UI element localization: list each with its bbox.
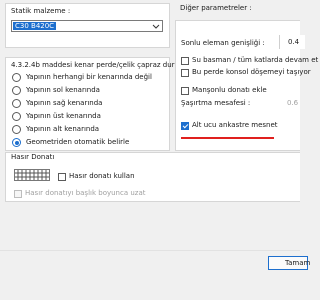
- basement-checkbox[interactable]: [181, 57, 189, 65]
- edge-option-label-top: Yapının üst kenarında: [26, 112, 101, 120]
- edge-option-radio-top[interactable]: [12, 112, 21, 121]
- edge-option-radio-none[interactable]: [12, 73, 21, 82]
- stagger-value[interactable]: 0.6: [287, 99, 298, 108]
- bottom-end-checkbox[interactable]: [181, 122, 189, 130]
- edge-option-label-bottom: Yapının alt kenarında: [26, 125, 100, 133]
- mansonlu-label: Manşonlu donatı ekle: [192, 86, 267, 94]
- material-group: Statik malzeme : C30 B420C: [5, 3, 170, 48]
- end-width-field[interactable]: 0.4: [279, 35, 305, 49]
- edge-condition-heading: 4.3.2.4b maddesi kenar perde/çelik çapra…: [11, 61, 195, 69]
- edge-option-radio-auto[interactable]: [12, 138, 21, 147]
- footer-divider: [0, 250, 300, 251]
- edge-option-label-auto: Geometriden otomatik belirle: [26, 138, 130, 146]
- ok-button-label: Tamam: [285, 259, 311, 267]
- edge-condition-group: 4.3.2.4b maddesi kenar perde/çelik çapra…: [5, 57, 195, 151]
- end-width-value: 0.4: [288, 38, 300, 46]
- ok-button[interactable]: Tamam: [268, 256, 311, 270]
- annotation-underline: [181, 137, 274, 139]
- other-params-group: Diğer parametreler : Sonlu eleman genişl…: [175, 4, 318, 151]
- edge-option-label-left: Yapının sol kenarında: [26, 86, 100, 94]
- end-width-label: Sonlu eleman genişliği :: [181, 39, 265, 47]
- material-label: Statik malzeme :: [11, 7, 71, 15]
- cantilever-label: Bu perde konsol döşemeyi taşıyor: [192, 68, 311, 76]
- edge-option-radio-left[interactable]: [12, 86, 21, 95]
- material-selected-value: C30 B420C: [13, 22, 57, 30]
- edge-option-label-none: Yapının herhangi bir kenarında değil: [26, 73, 152, 81]
- chevron-down-icon: [152, 22, 160, 30]
- use-mesh-label: Hasır donatı kullan: [69, 172, 135, 180]
- edge-option-label-right: Yapının sağ kenarında: [26, 99, 103, 107]
- rebar-group: Hasır Donatı Hasır donatı kullan Hasır d…: [5, 152, 300, 202]
- mansonlu-checkbox[interactable]: [181, 87, 189, 95]
- cantilever-checkbox[interactable]: [181, 69, 189, 77]
- basement-label: Su basman / tüm katlarda devam et: [192, 56, 319, 64]
- material-dropdown[interactable]: C30 B420C: [11, 20, 163, 32]
- edge-option-radio-bottom[interactable]: [12, 125, 21, 134]
- mesh-icon: [14, 169, 50, 181]
- rebar-heading: Hasır Donatı: [11, 153, 55, 161]
- stagger-label: Şaşırtma mesafesi :: [181, 99, 251, 107]
- use-mesh-checkbox[interactable]: [58, 173, 66, 181]
- extend-mesh-label: Hasır donatıyı başlık boyunca uzat: [25, 189, 146, 197]
- edge-option-radio-right[interactable]: [12, 99, 21, 108]
- bottom-end-label: Alt ucu ankastre mesnet: [192, 121, 278, 129]
- extend-mesh-checkbox[interactable]: [14, 190, 22, 198]
- other-params-heading: Diğer parametreler :: [180, 4, 252, 12]
